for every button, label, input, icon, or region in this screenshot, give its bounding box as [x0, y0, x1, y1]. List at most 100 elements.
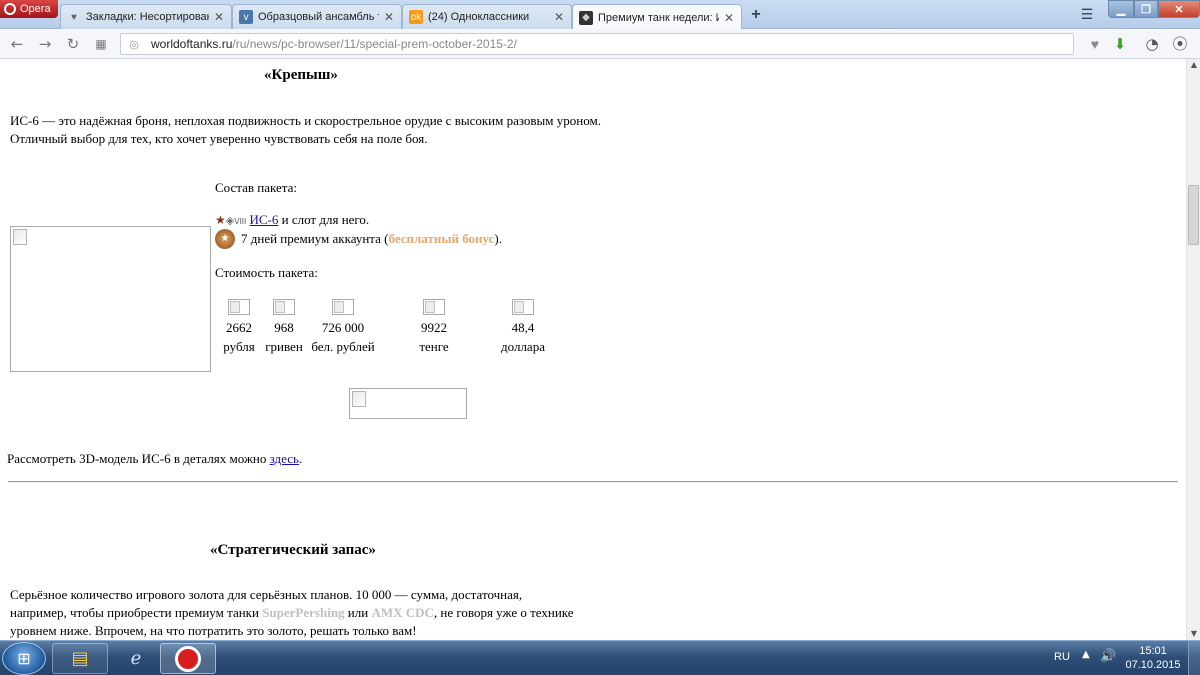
tab-vk[interactable]: v Образцовый ансамбль т ✕: [232, 4, 402, 29]
reload-button[interactable]: ↻: [64, 35, 82, 53]
price-value: 48,4: [511, 320, 535, 335]
url-path: /ru/news/pc-browser/11/special-prem-octo…: [232, 37, 517, 51]
maximize-button[interactable]: ❐: [1134, 0, 1158, 18]
tab-menu-icon[interactable]: ☰: [1077, 6, 1097, 22]
scrollbar-thumb[interactable]: [1188, 185, 1199, 245]
price-uah: 968 гривен: [262, 299, 306, 356]
premium-medal-icon: ★: [215, 229, 235, 249]
clock-time: 15:01: [1139, 645, 1167, 657]
free-bonus-label: бесплатный бонус: [388, 231, 495, 246]
currency-icon: [332, 299, 354, 315]
model-3d-text: Рассмотреть 3D-модель ИС-6 в деталях мож…: [7, 451, 270, 466]
page-viewport[interactable]: «Крепыш» ИС-6 — это надёжная броня, непл…: [0, 59, 1186, 640]
clock-date: 07.10.2015: [1125, 659, 1181, 671]
price-value: 2662: [226, 320, 252, 335]
price-currency: гривен: [265, 339, 303, 354]
premium-text: 7 дней премиум аккаунта (: [241, 231, 389, 246]
extension-icon[interactable]: ⦿: [1170, 34, 1190, 54]
folder-icon: ▤: [71, 648, 89, 669]
vk-icon: v: [239, 10, 253, 24]
address-bar[interactable]: ◎ worldoftanks.ru/ru/news/pc-browser/11/…: [120, 33, 1099, 55]
opera-menu-button[interactable]: Opera: [0, 0, 58, 18]
minimize-icon: ▁: [1116, 3, 1126, 16]
navigation-bar: ← → ↻ ▦ ◎ worldoftanks.ru/ru/news/pc-bro…: [0, 29, 1200, 59]
speed-dial-button[interactable]: ▦: [92, 35, 110, 53]
internet-explorer-icon: ℯ: [130, 648, 142, 669]
premium-close: ).: [494, 231, 503, 246]
windows-logo-icon: ⊞: [17, 649, 31, 668]
tab-strip: Opera ♥ Закладки: Несортирован ✕ v Образ…: [0, 0, 1200, 30]
arrow-right-icon: →: [38, 35, 52, 53]
tank-image: [10, 226, 211, 372]
price-currency: рубля: [223, 339, 255, 354]
price-byr: 726 000 бел. рублей: [306, 299, 380, 356]
tank-amx-cdc[interactable]: AMX CDC: [371, 605, 433, 620]
taskbar-explorer[interactable]: ▤: [52, 643, 108, 674]
scroll-down-arrow-icon[interactable]: ▼: [1187, 628, 1200, 640]
tab-bookmarks[interactable]: ♥ Закладки: Несортирован ✕: [60, 4, 232, 29]
minimize-button[interactable]: ▁: [1108, 0, 1134, 18]
taskbar-internet-explorer[interactable]: ℯ: [108, 643, 164, 674]
url-host: worldoftanks.ru: [151, 37, 233, 51]
section-title-strategic-reserve: «Стратегический запас»: [210, 542, 376, 558]
close-icon[interactable]: ✕: [723, 11, 735, 25]
opera-logo-icon: [4, 3, 16, 15]
tab-label: (24) Одноклассники: [428, 11, 530, 23]
model-3d-link[interactable]: здесь: [270, 451, 299, 466]
tab-label: Закладки: Несортирован: [86, 11, 209, 23]
arrow-left-icon: ←: [10, 35, 24, 53]
close-icon[interactable]: ✕: [213, 10, 225, 24]
currency-icon: [228, 299, 250, 315]
currency-icon: [273, 299, 295, 315]
show-desktop-button[interactable]: [1188, 641, 1200, 675]
tab-odnoklassniki[interactable]: ok (24) Одноклассники ✕: [402, 4, 572, 29]
back-button[interactable]: ←: [8, 35, 26, 53]
price-kzt: 9922 тенге: [408, 299, 460, 356]
model-3d-end: .: [298, 451, 303, 466]
currency-icon: [423, 299, 445, 315]
tank-superpershing[interactable]: SuperPershing: [262, 605, 344, 620]
download-icon[interactable]: ⬇: [1110, 34, 1130, 54]
buy-button-image[interactable]: [349, 388, 467, 419]
model-3d-line: Рассмотреть 3D-модель ИС-6 в деталях мож…: [7, 451, 302, 467]
vpn-icon[interactable]: ◔: [1142, 34, 1162, 54]
close-icon: ✕: [1174, 3, 1184, 16]
package-heading: Состав пакета:: [215, 180, 297, 195]
globe-icon: ◎: [129, 38, 139, 51]
package-tank-line: ★◈VIII ИС-6 и слот для него.: [215, 212, 369, 228]
section-title-krepysh: «Крепыш»: [264, 67, 338, 83]
close-icon[interactable]: ✕: [553, 10, 565, 24]
grid-icon: ▦: [95, 37, 107, 51]
tank-link-is6[interactable]: ИС-6: [250, 212, 279, 227]
close-window-button[interactable]: ✕: [1158, 0, 1200, 18]
price-value: 726 000: [321, 320, 365, 335]
package-premium-line: ★ 7 дней премиум аккаунта (бесплатный бо…: [215, 229, 502, 249]
price-value: 968: [274, 320, 294, 335]
forward-button[interactable]: →: [36, 35, 54, 53]
tab-premium-tank[interactable]: ◆ Премиум танк недели: И ✕: [572, 4, 742, 30]
price-heading: Стоимость пакета:: [215, 265, 318, 280]
price-currency: тенге: [419, 339, 449, 354]
wot-icon: ◆: [579, 10, 593, 25]
new-tab-button[interactable]: +: [746, 6, 766, 24]
start-button[interactable]: ⊞: [2, 642, 46, 675]
volume-icon[interactable]: 🔊: [1100, 649, 1116, 664]
reload-icon: ↻: [66, 35, 80, 53]
language-indicator[interactable]: RU: [1054, 651, 1070, 663]
price-value: 9922: [421, 320, 447, 335]
vertical-scrollbar[interactable]: ▲ ▼: [1186, 59, 1200, 640]
scroll-up-arrow-icon[interactable]: ▲: [1187, 59, 1200, 71]
bookmark-heart-icon[interactable]: ♥: [1091, 36, 1099, 52]
price-rub: 2662 рубля: [216, 299, 262, 356]
tank-level: VIII: [234, 217, 247, 226]
close-icon[interactable]: ✕: [383, 10, 395, 24]
price-currency: бел. рублей: [311, 339, 375, 354]
taskbar-opera[interactable]: [160, 643, 216, 674]
tab-label: Премиум танк недели: И: [598, 11, 719, 24]
show-hidden-icons-icon[interactable]: ▲: [1082, 649, 1090, 660]
price-usd: 48,4 доллара: [494, 299, 552, 356]
restore-icon: ❐: [1141, 3, 1151, 16]
star-rank-icon: ★: [215, 213, 226, 227]
heart-icon: ♥: [71, 11, 77, 23]
system-clock[interactable]: 15:01 07.10.2015: [1124, 644, 1182, 672]
